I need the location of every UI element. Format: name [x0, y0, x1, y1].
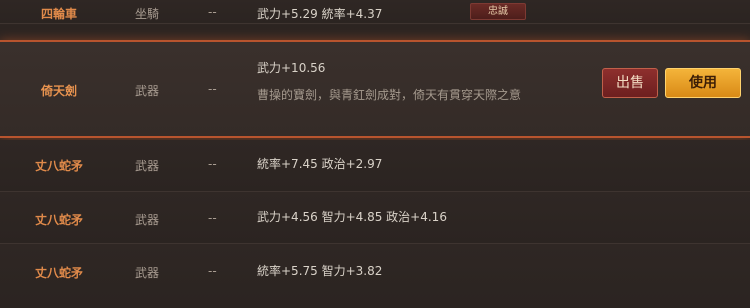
use-button[interactable]: 使用: [665, 68, 741, 98]
item-row[interactable]: 四輪車 坐騎 -- 武力+5.29 統率+4.37 忠誠: [0, 0, 750, 24]
item-stats: 武力+10.56: [257, 61, 326, 75]
item-stats: 武力+5.29 統率+4.37: [257, 7, 383, 21]
item-level: --: [208, 5, 217, 19]
item-name: 倚天劍: [40, 84, 77, 98]
item-name: 四輪車: [40, 7, 77, 21]
item-row[interactable]: 丈八蛇矛 武器 -- 統率+7.45 政治+2.97: [0, 140, 750, 192]
item-stats: 統率+5.75 智力+3.82: [257, 264, 383, 278]
item-row[interactable]: 丈八蛇矛 武器 -- 武力+4.56 智力+4.85 政治+4.16: [0, 192, 750, 244]
item-description: 曹操的寶劍，與青釭劍成對，倚天有貫穿天際之意: [257, 88, 522, 102]
item-row-selected[interactable]: 倚天劍 武器 -- 武力+10.56 曹操的寶劍，與青釭劍成對，倚天有貫穿天際之…: [0, 40, 750, 138]
item-name: 丈八蛇矛: [34, 159, 83, 173]
item-name: 丈八蛇矛: [34, 266, 83, 280]
item-name: 丈八蛇矛: [34, 213, 83, 227]
item-type: 坐騎: [135, 7, 160, 21]
item-level: --: [208, 157, 217, 171]
item-list: 四輪車 坐騎 -- 武力+5.29 統率+4.37 忠誠 倚天劍 武器 -- 武…: [0, 0, 750, 308]
loyalty-badge: 忠誠: [470, 3, 526, 20]
item-stats: 武力+4.56 智力+4.85 政治+4.16: [257, 210, 447, 224]
item-stats: 統率+7.45 政治+2.97: [257, 157, 383, 171]
item-row[interactable]: 丈八蛇矛 武器 -- 統率+5.75 智力+3.82: [0, 244, 750, 308]
item-level: --: [208, 211, 217, 225]
item-type: 武器: [135, 213, 160, 227]
item-level: --: [208, 264, 217, 278]
item-type: 武器: [135, 84, 160, 98]
item-level: --: [208, 82, 217, 96]
item-type: 武器: [135, 159, 160, 173]
item-type: 武器: [135, 266, 160, 280]
sell-button[interactable]: 出售: [602, 68, 658, 98]
